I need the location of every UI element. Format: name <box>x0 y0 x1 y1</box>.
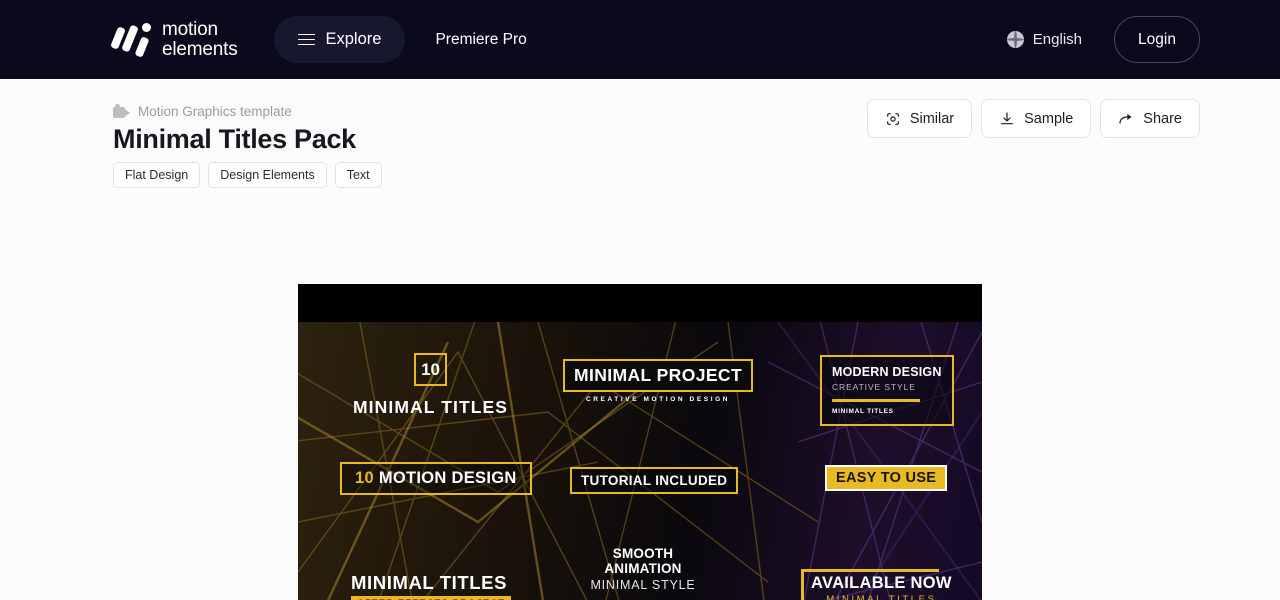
logo-text: motion elements <box>162 18 238 60</box>
hamburger-icon <box>297 30 315 48</box>
available-now-heading: AVAILABLE NOW <box>811 574 952 592</box>
minimal-project-subheading: CREATIVE MOTION DESIGN <box>585 396 731 403</box>
modern-design-footer: MINIMAL TITLES <box>832 408 894 415</box>
asset-type-label: Motion Graphics template <box>138 104 292 119</box>
video-camera-icon <box>113 104 131 119</box>
title-card-easy-to-use: EASY TO USE <box>825 465 948 491</box>
title-card-minimal-project: MINIMAL PROJECT CREATIVE MOTION DESIGN <box>563 359 754 403</box>
share-label: Share <box>1143 110 1182 127</box>
action-button-group: Similar Sample Share <box>866 99 1200 138</box>
title-card-tutorial-included: TUTORIAL INCLUDED <box>570 467 739 494</box>
modern-design-heading: MODERN DESIGN <box>832 365 942 379</box>
site-header: motion elements Explore Premiere Pro Eng… <box>0 0 1280 79</box>
video-preview[interactable]: 10 MINIMAL TITLES MINIMAL PROJECT CREATI… <box>298 284 982 600</box>
logo-line-1: motion <box>162 18 218 40</box>
share-button[interactable]: Share <box>1100 99 1200 138</box>
page-body: Motion Graphics template Minimal Titles … <box>0 79 1280 600</box>
download-icon <box>1001 111 1014 124</box>
title-card-smooth-animation: SMOOTH ANIMATION MINIMAL STYLE AFTER EFF… <box>573 546 713 600</box>
tag-list: Flat Design Design Elements Text <box>113 162 382 188</box>
header-right-group: English Login <box>1006 16 1200 63</box>
letterbox-top <box>298 284 982 322</box>
modern-design-divider <box>832 399 920 402</box>
motionelements-logo-icon <box>110 19 156 61</box>
motion-design-label: MOTION DESIGN <box>378 469 517 487</box>
tutorial-included-label: TUTORIAL INCLUDED <box>570 467 739 494</box>
title-card-minimal-titles-count: 10 MINIMAL TITLES <box>353 353 508 418</box>
login-button[interactable]: Login <box>1114 16 1200 63</box>
smooth-animation-heading: SMOOTH ANIMATION <box>604 546 682 576</box>
video-frame: 10 MINIMAL TITLES MINIMAL PROJECT CREATI… <box>298 322 982 600</box>
tag-chip[interactable]: Flat Design <box>113 162 201 188</box>
globe-icon <box>1006 31 1024 48</box>
count-badge: 10 <box>414 353 448 386</box>
explore-button[interactable]: Explore <box>273 16 406 63</box>
tag-chip[interactable]: Text <box>334 162 382 188</box>
motion-design-number: 10 <box>355 469 374 487</box>
logo-line-2: elements <box>162 38 238 60</box>
available-now-top-rule <box>801 569 939 572</box>
logo[interactable]: motion elements <box>110 16 238 64</box>
asset-type-row: Motion Graphics template <box>113 104 292 119</box>
modern-design-subheading: CREATIVE STYLE <box>832 382 916 392</box>
target-icon <box>886 112 899 125</box>
tag-chip[interactable]: Design Elements <box>208 162 327 188</box>
title-card-available-now: AVAILABLE NOW MINIMAL TITLES <box>801 569 960 600</box>
explore-label: Explore <box>325 30 382 48</box>
similar-label: Similar <box>909 110 955 127</box>
sample-button[interactable]: Sample <box>981 99 1092 138</box>
count-caption: MINIMAL TITLES <box>353 397 509 417</box>
available-now-subheading: MINIMAL TITLES <box>826 594 937 600</box>
similar-button[interactable]: Similar <box>866 99 973 138</box>
minimal-project-heading: MINIMAL PROJECT <box>563 359 754 392</box>
language-selector[interactable]: English <box>1006 31 1082 48</box>
title-card-motion-design: 10 MOTION DESIGN <box>340 462 532 495</box>
minimal-titles-heading: MINIMAL TITLES <box>351 572 508 593</box>
title-card-minimal-titles-ae: MINIMAL TITLES AFTER EFFECTS PROJECT <box>351 572 512 600</box>
after-effects-project-bar: AFTER EFFECTS PROJECT <box>351 596 512 600</box>
available-now-left-rule <box>801 569 804 600</box>
easy-to-use-label: EASY TO USE <box>836 470 937 486</box>
smooth-animation-subheading: MINIMAL STYLE <box>590 578 696 592</box>
sample-label: Sample <box>1024 110 1074 127</box>
language-label: English <box>1032 31 1082 48</box>
nav-premiere-pro[interactable]: Premiere Pro <box>435 31 526 49</box>
title-card-modern-design: MODERN DESIGN CREATIVE STYLE MINIMAL TIT… <box>820 355 954 426</box>
page-title: Minimal Titles Pack <box>113 124 356 154</box>
share-icon <box>1119 113 1132 124</box>
